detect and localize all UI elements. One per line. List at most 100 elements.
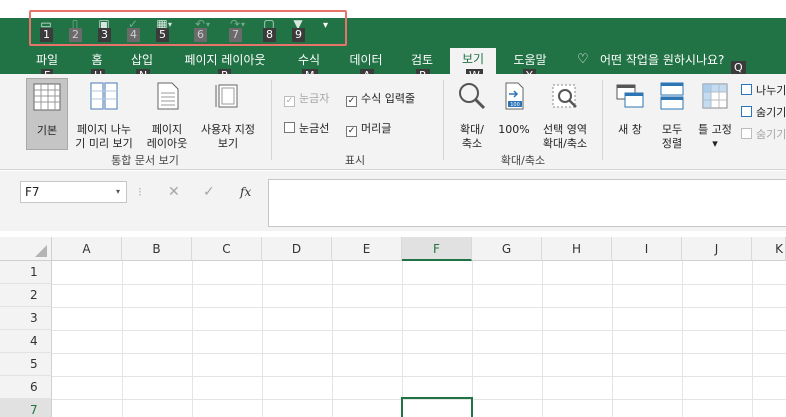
tab-insert[interactable]: 삽입 (124, 50, 160, 70)
column-header-selected[interactable]: F (402, 237, 472, 261)
gridlines-label: 눈금선 (299, 122, 330, 135)
column-header[interactable]: I (612, 237, 682, 261)
qat-undo-button[interactable]: ↶ ▾ 6 (190, 17, 214, 43)
zoom-to-selection-button[interactable]: 선택 영역 확대/축소 (536, 78, 594, 150)
qat-print-preview-button[interactable]: ▣ 3 (94, 17, 118, 43)
split-button[interactable]: 나누기 (741, 82, 786, 98)
formula-bar-label: 수식 입력줄 (361, 92, 416, 105)
row-header[interactable]: 3 (0, 307, 52, 330)
unhide-icon (741, 128, 752, 139)
split-icon (741, 84, 752, 95)
keytip: 4 (127, 28, 140, 42)
page-layout-view-button[interactable]: 페이지 레이아웃 (142, 78, 192, 150)
custom-views-icon (215, 84, 238, 108)
zoom-selection-label-2: 확대/축소 (542, 137, 588, 150)
hide-button[interactable]: 숨기기 (741, 104, 786, 120)
checkbox-checked-icon: ✓ (346, 96, 357, 107)
zoom-100-icon-text: 100 (510, 102, 520, 108)
row-header[interactable]: 2 (0, 284, 52, 307)
normal-view-button[interactable]: 기본 (26, 78, 68, 150)
qat-redo-button[interactable]: ↷ ▾ 7 (225, 17, 249, 43)
worksheet-grid[interactable]: A B C D E F G H I J K 1 2 3 4 5 6 7 (0, 237, 786, 417)
zoom-100-button[interactable]: 100 100% (496, 78, 532, 150)
ribbon-view: 기본 페이지 나누 기 미리 보기 페이지 레이아웃 사용자 지정 보기 통합 … (0, 74, 786, 170)
zoom-100-icon: 100 (505, 82, 524, 110)
tab-home[interactable]: 홈 (84, 50, 110, 70)
freeze-panes-icon (702, 83, 728, 109)
tab-file[interactable]: 파일 (30, 50, 64, 70)
gridline (52, 307, 786, 308)
gridline (52, 284, 786, 285)
zoom-button[interactable]: 확대/ 축소 (452, 78, 492, 150)
group-separator (271, 80, 272, 160)
ruler-label: 눈금자 (299, 92, 330, 105)
lightbulb-icon: ♡ (577, 52, 589, 67)
column-header[interactable]: K (752, 237, 786, 261)
zoom-label-1: 확대/ (460, 123, 484, 136)
enter-icon[interactable]: ✓ (203, 184, 215, 200)
page-break-preview-button[interactable]: 페이지 나누 기 미리 보기 (70, 78, 138, 150)
group-label-zoom: 확대/축소 (500, 154, 546, 167)
page-layout-label-2: 레이아웃 (146, 137, 188, 150)
qat-filter-button[interactable]: ▼ 9 (288, 17, 312, 43)
column-header[interactable]: D (262, 237, 332, 261)
formula-bar-checkbox[interactable]: ✓ 수식 입력줄 (346, 90, 415, 107)
qat-table-format-button[interactable]: ▦ ▾ 5 (152, 17, 176, 43)
freeze-panes-button[interactable]: 틀 고정 ▾ (692, 78, 738, 150)
zoom-label-2: 축소 (461, 137, 483, 150)
formula-input[interactable] (268, 179, 786, 227)
insert-function-button[interactable]: fx (240, 185, 251, 199)
tab-page-layout[interactable]: 페이지 레이아웃 (177, 50, 273, 70)
zoom-selection-icon (552, 84, 577, 108)
row-header[interactable]: 6 (0, 376, 52, 399)
qat-spelling-button[interactable]: ✓ 4 (123, 17, 147, 43)
cancel-icon[interactable]: ✕ (168, 184, 180, 200)
custom-views-button[interactable]: 사용자 지정 보기 (194, 78, 262, 150)
headings-checkbox[interactable]: ✓ 머리글 (346, 120, 391, 137)
column-header[interactable]: B (122, 237, 192, 261)
page-layout-label-1: 페이지 (151, 123, 183, 136)
row-header[interactable]: 1 (0, 261, 52, 284)
tab-formulas[interactable]: 수식 (291, 50, 327, 70)
arrange-all-icon (660, 82, 684, 110)
keytip: Q (731, 61, 746, 75)
column-header[interactable]: A (52, 237, 122, 261)
column-header[interactable]: C (192, 237, 262, 261)
ruler-checkbox[interactable]: ✓ 눈금자 (284, 90, 329, 107)
row-header[interactable]: 4 (0, 330, 52, 353)
arrange-all-button[interactable]: 모두 정렬 (654, 78, 690, 150)
row-header-selected[interactable]: 7 (0, 399, 52, 417)
unhide-button[interactable]: 숨기기 취소 (741, 126, 786, 142)
qat-touch-mode-button[interactable]: ▯ 2 (65, 17, 89, 43)
arrange-all-label-1: 모두 (661, 123, 683, 136)
column-header[interactable]: E (332, 237, 402, 261)
tab-help[interactable]: 도움말 (506, 50, 554, 70)
row-header[interactable]: 5 (0, 353, 52, 376)
unhide-label: 숨기기 취소 (756, 128, 786, 141)
magnifier-icon (459, 83, 486, 110)
select-all-icon (35, 245, 47, 257)
freeze-panes-label: 틀 고정 (698, 123, 732, 136)
qat-device-button[interactable]: ▢ 8 (259, 17, 283, 43)
group-label-workbook-views: 통합 문서 보기 (111, 154, 179, 167)
tab-review[interactable]: 검토 (404, 50, 440, 70)
keytip: 7 (229, 28, 242, 42)
gridlines-checkbox[interactable]: 눈금선 (284, 120, 329, 136)
column-header[interactable]: G (472, 237, 542, 261)
column-header[interactable]: H (542, 237, 612, 261)
chevron-down-icon[interactable]: ▾ (116, 182, 120, 202)
active-cell[interactable] (401, 397, 473, 417)
tab-data[interactable]: 데이터 (342, 50, 390, 70)
keytip: 2 (69, 28, 82, 42)
column-header[interactable]: J (682, 237, 752, 261)
new-window-button[interactable]: 새 창 (608, 78, 652, 150)
zoom-selection-label-1: 선택 영역 (543, 123, 587, 136)
name-box[interactable]: F7 ▾ (20, 181, 127, 203)
qat-save-button[interactable]: ▭ 1 (36, 17, 60, 43)
formula-bar: F7 ▾ ⁝ ✕ ✓ fx (0, 171, 786, 231)
select-all-button[interactable] (0, 237, 52, 261)
chevron-down-icon: ▾ (712, 137, 718, 150)
tell-me-search[interactable]: 어떤 작업을 원하시나요? (600, 50, 740, 70)
customize-qat-button[interactable]: ▾ (323, 20, 328, 31)
arrange-all-label-2: 정렬 (661, 137, 683, 150)
